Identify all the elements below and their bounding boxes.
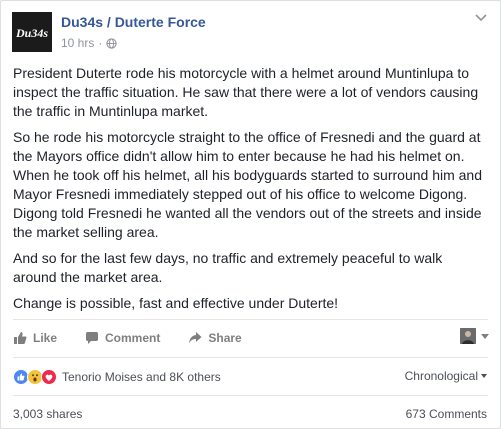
- action-bar: Like Comment Share: [13, 328, 489, 348]
- thumbs-up-icon: [14, 332, 27, 344]
- post-options-chevron-icon[interactable]: [475, 14, 487, 22]
- shares-count-link[interactable]: 3,003 shares: [13, 407, 82, 421]
- comment-sort-dropdown[interactable]: Chronological: [405, 369, 487, 383]
- like-button[interactable]: Like: [13, 331, 57, 345]
- globe-icon: [106, 37, 117, 49]
- profile-photo-icon: [460, 328, 476, 344]
- love-reaction-icon: [41, 369, 57, 385]
- acting-avatar: [460, 328, 476, 344]
- divider: [13, 357, 488, 358]
- post-paragraph: Change is possible, fast and effective u…: [13, 295, 339, 311]
- acting-dropdown-arrow-icon: [481, 333, 489, 339]
- speech-bubble-icon: [86, 332, 99, 344]
- comment-button[interactable]: Comment: [85, 331, 160, 345]
- post-paragraph: President Duterte rode his motorcycle wi…: [13, 65, 479, 119]
- sort-label: Chronological: [404, 369, 478, 383]
- comment-label: Comment: [105, 331, 161, 345]
- page-name-link[interactable]: Du34s / Duterte Force: [61, 14, 206, 30]
- divider: [13, 395, 488, 396]
- page-logo-icon: Du34s: [12, 12, 52, 52]
- share-button[interactable]: Share: [188, 331, 242, 345]
- page-avatar[interactable]: Du34s: [12, 12, 52, 52]
- post-body: President Duterte rode his motorcycle wi…: [13, 64, 487, 320]
- avatar-logo-text: Du34s: [15, 26, 48, 40]
- share-arrow-icon: [189, 332, 202, 344]
- reactions-names[interactable]: Tenorio Moises and 8K others: [62, 370, 221, 384]
- sort-dropdown-arrow-icon: [481, 374, 487, 378]
- acting-as-selector[interactable]: [460, 328, 489, 344]
- meta-separator: ·: [98, 36, 103, 50]
- reactions-summary[interactable]: Tenorio Moises and 8K others: [13, 369, 221, 385]
- share-label: Share: [208, 331, 242, 345]
- comments-count-link[interactable]: 673 Comments: [406, 407, 487, 421]
- post-paragraph: And so for the last few days, no traffic…: [13, 250, 443, 285]
- divider: [13, 319, 488, 320]
- like-label: Like: [33, 331, 58, 345]
- post-timestamp[interactable]: 10 hrs: [61, 36, 94, 50]
- post-paragraph: So he rode his motorcycle straight to th…: [13, 129, 483, 240]
- post-meta: 10 hrs ·: [61, 36, 117, 50]
- post-header: Du34s Du34s / Duterte Force 10 hrs ·: [12, 12, 489, 54]
- post-card: Du34s Du34s / Duterte Force 10 hrs · Pre…: [0, 0, 501, 429]
